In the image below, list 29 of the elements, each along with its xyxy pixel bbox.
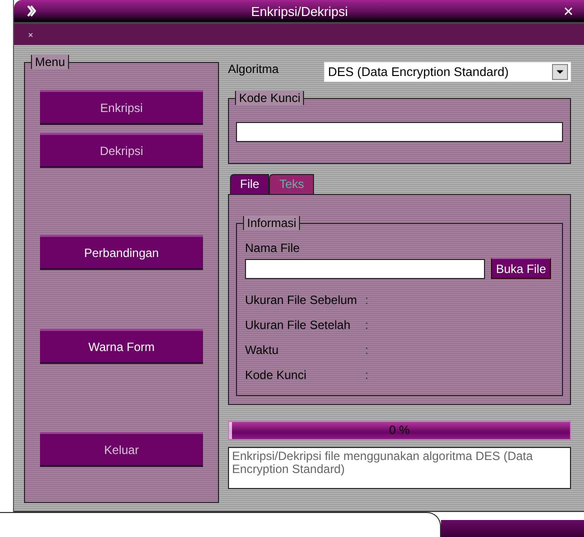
menu-button[interactable]: Dekripsi	[40, 133, 203, 168]
file-name-label: Nama File	[245, 241, 301, 255]
key-input-field[interactable]	[236, 122, 563, 142]
info-separator: :	[365, 293, 368, 309]
info-label: Waktu	[245, 343, 280, 359]
algorithm-dropdown[interactable]: DES (Data Encryption Standard)	[324, 62, 571, 82]
progress-text: 0 %	[388, 423, 411, 437]
group-title: Informasi	[243, 216, 300, 230]
window-title: Enkripsi/Dekripsi	[250, 4, 349, 19]
info-separator: :	[365, 318, 368, 334]
menu-button[interactable]: Perbandingan	[40, 235, 203, 270]
menu-button[interactable]: Keluar	[40, 432, 203, 467]
info-separator: :	[365, 343, 368, 359]
info-label: Ukuran File Setelah	[245, 318, 352, 334]
info-separator: :	[365, 368, 368, 384]
tab[interactable]: File	[230, 174, 270, 194]
info-label: Ukuran File Sebelum	[245, 293, 358, 309]
group-title: Kode Kunci	[235, 91, 304, 105]
menu-button[interactable]: Warna Form	[40, 329, 203, 364]
group-title: Menu	[31, 55, 70, 69]
status-text-box: Enkripsi/Dekripsi file menggunakan algoritma DES (Data Encryption Standard)	[228, 447, 571, 489]
menu-item[interactable]: ×	[28, 30, 34, 40]
menu-button[interactable]: Enkripsi	[40, 90, 203, 125]
info-label: Kode Kunci	[245, 368, 308, 384]
file-name-field[interactable]	[245, 258, 485, 278]
algorithm-label: Algoritma	[228, 62, 279, 76]
app-icon	[26, 5, 36, 18]
close-button[interactable]: ✕	[563, 4, 574, 19]
open-file-button[interactable]: Buka File	[491, 258, 552, 279]
